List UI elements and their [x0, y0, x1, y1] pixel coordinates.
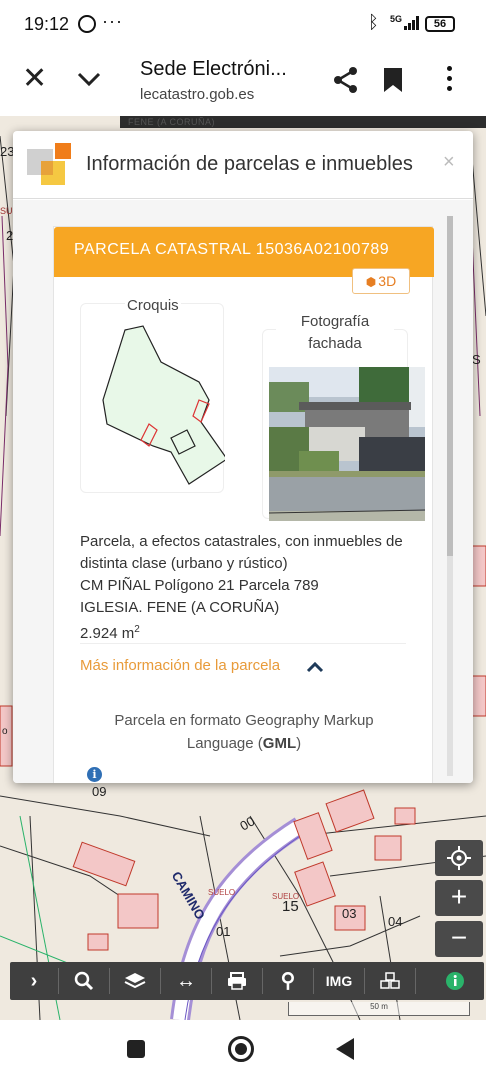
bookmark-icon[interactable] — [384, 68, 402, 92]
parcel-info-dialog: Información de parcelas e inmuebles × PA… — [13, 131, 473, 783]
map-label: SUELO — [272, 892, 300, 901]
3d-icon[interactable] — [365, 962, 415, 1000]
page-title: Sede Electróni... — [140, 58, 287, 80]
parcel-area: 2.924 m2 — [80, 619, 420, 645]
map-label: 01 — [216, 924, 231, 939]
measure-icon[interactable]: ↔ — [161, 962, 211, 1000]
img-icon[interactable]: IMG — [314, 962, 364, 1000]
dialog-close-icon[interactable]: × — [443, 151, 455, 174]
parcel-municipality: IGLESIA. FENE (A CORUÑA) — [80, 599, 280, 616]
croquis-frame[interactable] — [80, 303, 228, 493]
signal-icon — [404, 16, 420, 30]
gml-download[interactable]: Parcela en formato Geography Markup Lang… — [94, 709, 394, 755]
scrollbar-thumb[interactable] — [447, 216, 453, 556]
map-label: S — [472, 352, 481, 367]
dialog-title: Información de parcelas e inmuebles — [86, 153, 413, 175]
close-icon[interactable]: ✕ — [22, 64, 50, 94]
system-nav-bar — [0, 1020, 486, 1080]
map-label: 09 — [92, 784, 107, 799]
parcel-card: PARCELA CATASTRAL 15036A02100789 ⬢ 3D Cro… — [53, 226, 434, 783]
status-bar: 19:12 ··· ᛒ 5G 56 — [0, 0, 486, 50]
recents-button[interactable] — [127, 1040, 145, 1058]
view-3d-button[interactable]: ⬢ 3D — [352, 268, 410, 294]
locate-icon[interactable] — [435, 840, 483, 876]
map-label: 04 — [388, 914, 403, 929]
parcel-description: Parcela, a efectos catastrales, con inmu… — [80, 533, 403, 572]
catastro-logo — [27, 143, 71, 185]
view-3d-label: 3D — [378, 273, 397, 289]
map-scale: 50 m — [288, 1002, 470, 1016]
pin-icon[interactable]: ⚲ — [263, 962, 313, 1000]
gml-text: Parcela en formato Geography Markup Lang… — [114, 712, 374, 752]
share-icon[interactable] — [332, 66, 360, 94]
battery-icon: 56 — [425, 16, 455, 32]
facade-photo[interactable] — [269, 367, 425, 521]
info-icon[interactable] — [430, 962, 480, 1000]
expand-icon[interactable]: › — [10, 962, 58, 1000]
zoom-in-icon[interactable]: + — [435, 880, 483, 916]
info-icon[interactable]: i — [87, 767, 102, 782]
area-value: 2.924 m — [80, 625, 135, 642]
zoom-out-icon[interactable]: − — [435, 921, 483, 957]
cubes-icon: ⬢ — [365, 275, 377, 289]
layers-icon[interactable] — [110, 962, 160, 1000]
chevron-down-icon[interactable] — [74, 64, 104, 94]
browser-toolbar: ✕ Sede Electróni... lecatastro.gob.es — [0, 50, 486, 116]
map-label: 03 — [342, 906, 357, 921]
map-label: o — [2, 726, 8, 737]
network-type: 5G — [390, 14, 403, 24]
divider — [80, 643, 406, 644]
gml-bold: GML — [262, 735, 297, 752]
croquis-sketch — [102, 325, 228, 485]
chevron-up-icon[interactable] — [306, 661, 324, 673]
more-info-link[interactable]: Más información de la parcela — [80, 657, 280, 674]
map-label: SUELO — [208, 888, 236, 897]
more-dots-icon: ··· — [102, 11, 123, 31]
home-button[interactable] — [228, 1036, 254, 1062]
page-url: lecatastro.gob.es — [140, 86, 255, 103]
print-icon[interactable] — [212, 962, 262, 1000]
back-button[interactable] — [336, 1038, 354, 1060]
gml-end: ) — [296, 735, 302, 752]
parcel-heading: PARCELA CATASTRAL 15036A02100789 — [74, 241, 390, 258]
photo-label: Fotografía fachada — [276, 311, 394, 355]
parcel-info: Parcela, a efectos catastrales, con inmu… — [80, 531, 420, 645]
search-icon[interactable] — [59, 962, 109, 1000]
bluetooth-icon: ᛒ — [368, 12, 379, 32]
dialog-body: PARCELA CATASTRAL 15036A02100789 ⬢ 3D Cro… — [13, 200, 473, 783]
parcel-address: CM PIÑAL Polígono 21 Parcela 789 — [80, 577, 319, 594]
whatsapp-icon — [78, 15, 96, 33]
area-unit-exponent: 2 — [134, 624, 140, 635]
map-label: SU — [0, 206, 13, 216]
status-time: 19:12 — [24, 14, 70, 34]
croquis-label: Croquis — [125, 297, 181, 314]
dialog-header: Información de parcelas e inmuebles × — [13, 131, 473, 199]
map-place-label: FENE (A CORUÑA) — [128, 117, 216, 127]
map-toolbar: › ↔ ⚲ IMG — [10, 962, 484, 1000]
overflow-menu-icon[interactable] — [444, 66, 454, 94]
